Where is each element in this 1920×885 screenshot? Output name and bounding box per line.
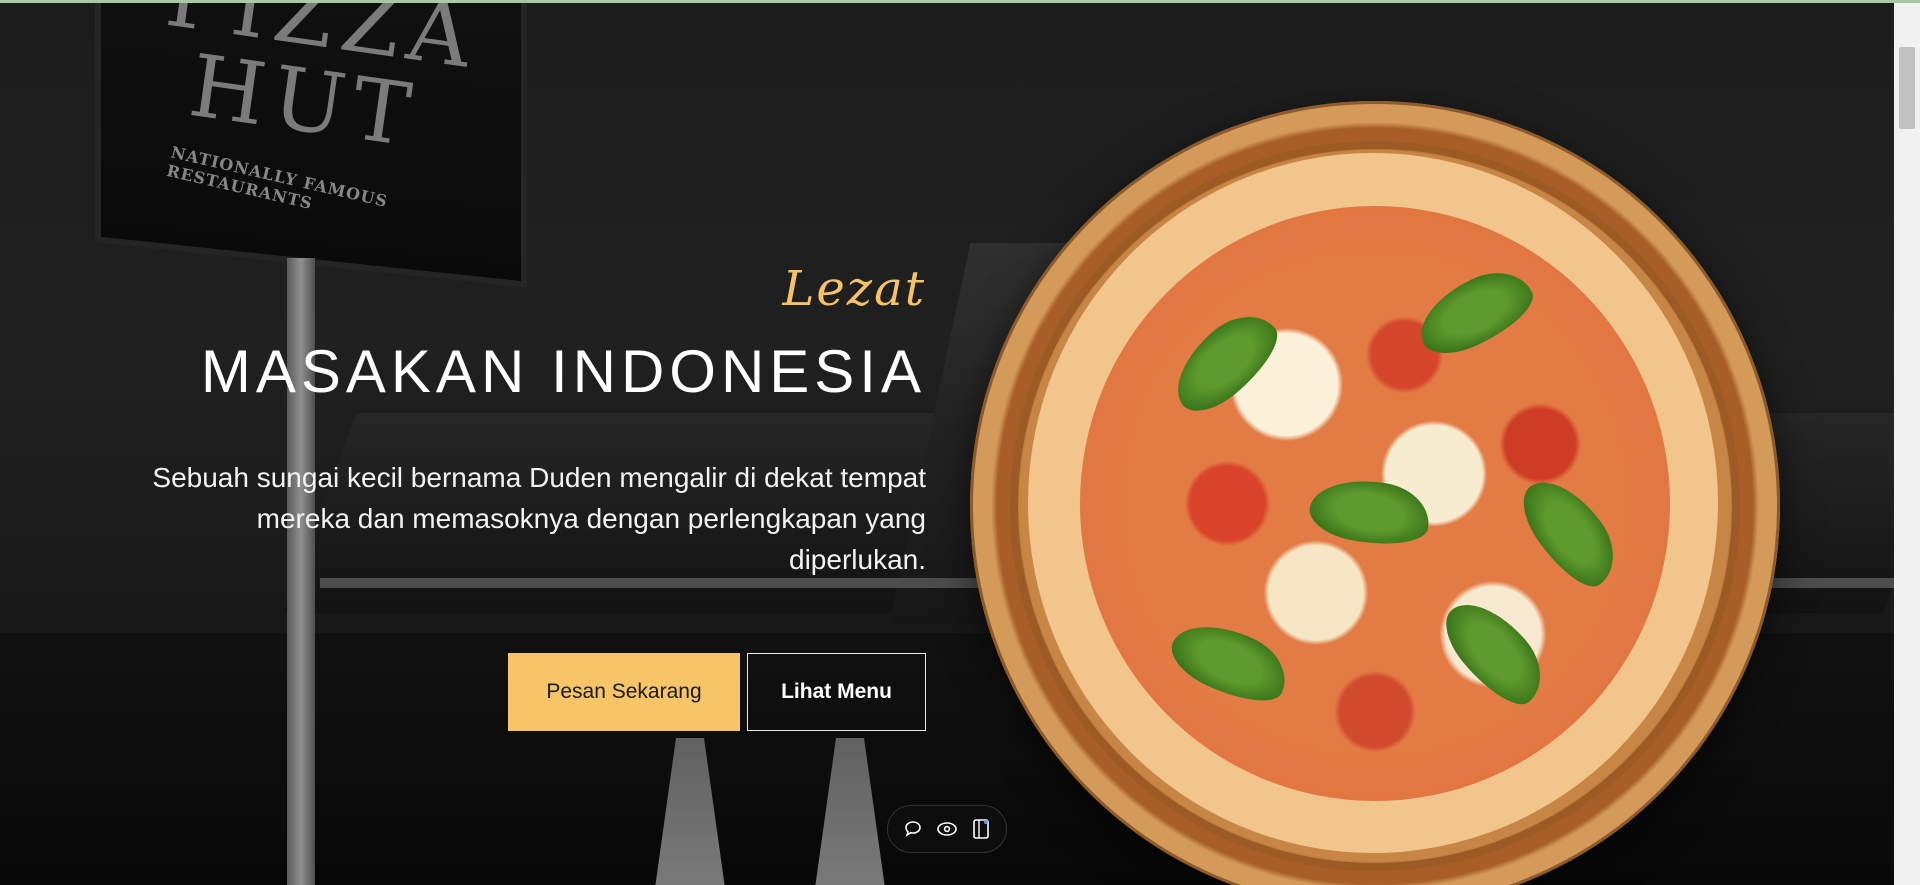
- vertical-scrollbar[interactable]: [1894, 3, 1920, 885]
- hero-description: Sebuah sungai kecil bernama Duden mengal…: [152, 462, 926, 575]
- scrollbar-thumb[interactable]: [1899, 47, 1915, 129]
- comment-icon[interactable]: [901, 817, 925, 841]
- hero-eyebrow: Lezat: [782, 261, 926, 317]
- hero-title: MASAKAN INDONESIA: [200, 338, 926, 405]
- floating-toolbar: [887, 805, 1007, 853]
- eye-icon[interactable]: [935, 817, 959, 841]
- order-now-button[interactable]: Pesan Sekarang: [508, 653, 740, 731]
- mobile-device-icon[interactable]: [969, 817, 993, 841]
- pizza-image: [970, 101, 1780, 885]
- view-menu-button[interactable]: Lihat Menu: [747, 653, 926, 731]
- hero-section: PIZZA HUT NATIONALLY FAMOUS RESTAURANTS …: [0, 3, 1894, 885]
